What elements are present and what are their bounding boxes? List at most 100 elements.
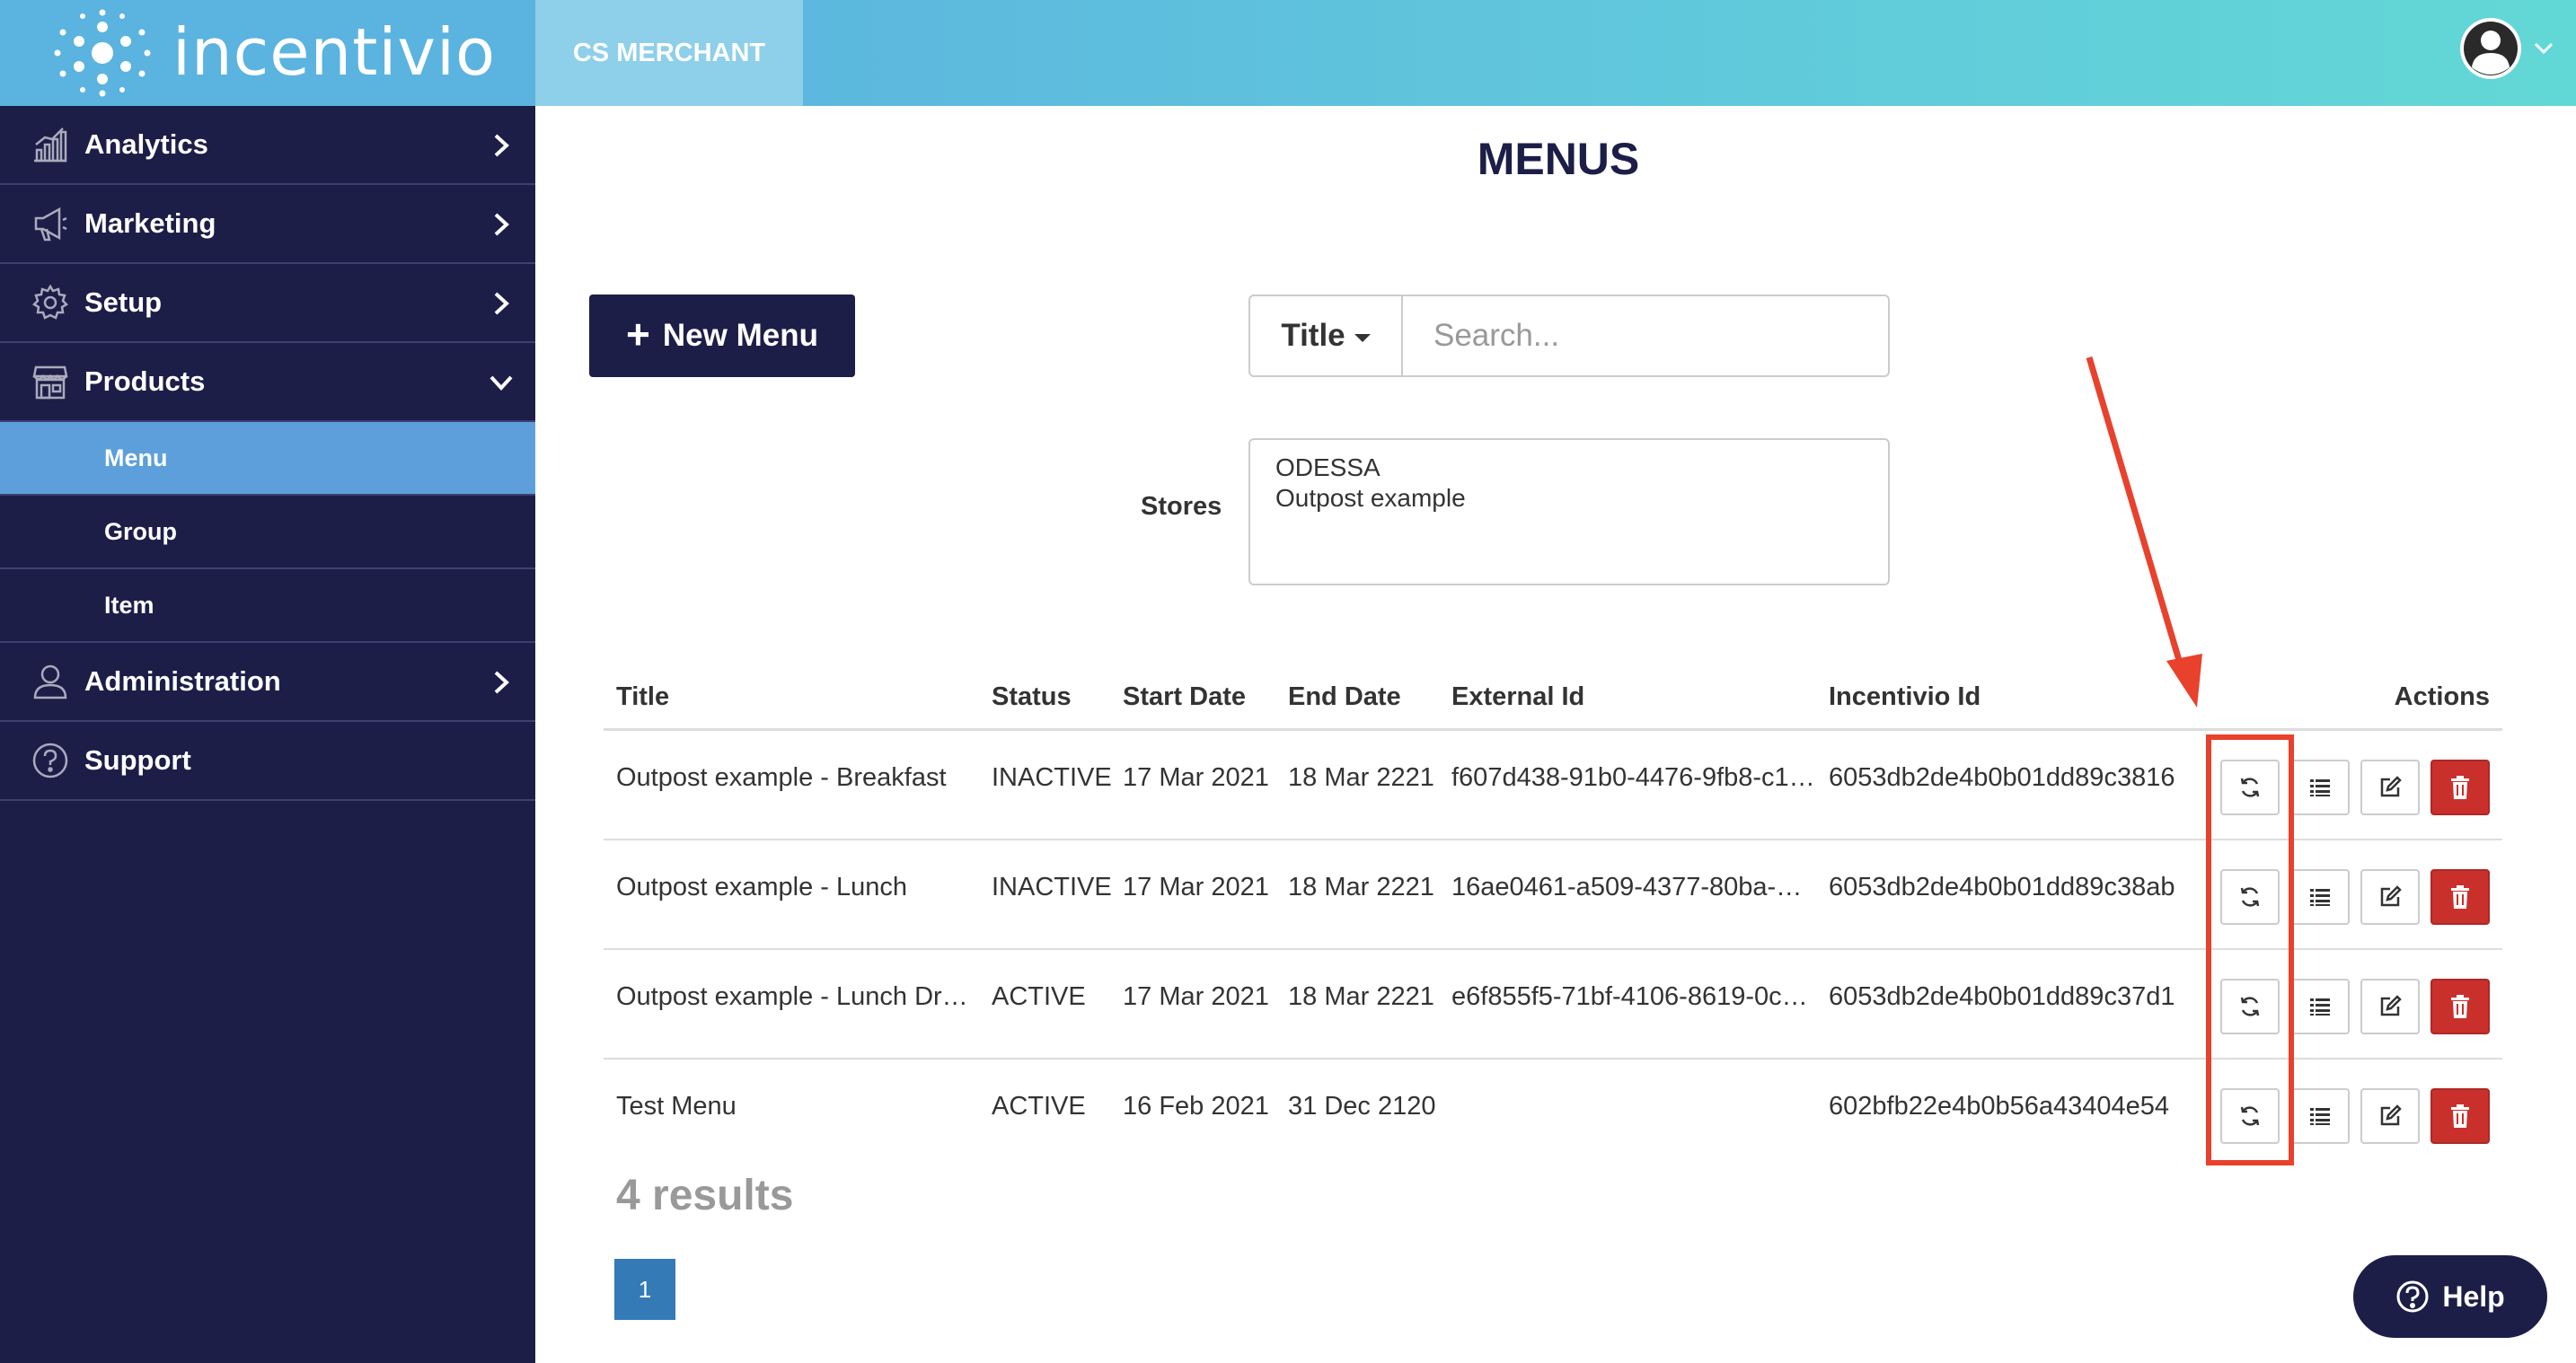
avatar-icon[interactable] xyxy=(2459,17,2522,80)
sidebar-item-label: Analytics xyxy=(84,128,208,160)
trash-icon xyxy=(2451,776,2469,799)
chevron-down-icon[interactable] xyxy=(2533,40,2554,57)
header-status[interactable]: Status xyxy=(992,682,1072,712)
sidebar-item-setup[interactable]: Setup xyxy=(0,264,535,343)
page-title: MENUS xyxy=(1477,134,1640,184)
help-button[interactable]: Help xyxy=(2353,1255,2547,1338)
new-menu-label: New Menu xyxy=(662,318,818,353)
header-title[interactable]: Title xyxy=(616,682,669,712)
stores-multiselect[interactable]: ODESSA Outpost example xyxy=(1248,438,1890,585)
header-actions: Actions xyxy=(2394,682,2490,711)
header-external-id[interactable]: External Id xyxy=(1451,682,1584,712)
list-button[interactable] xyxy=(2290,760,2350,815)
user-icon xyxy=(31,662,70,701)
edit-icon xyxy=(2380,1104,2402,1126)
sidebar-item-support[interactable]: Support xyxy=(0,722,535,801)
delete-button[interactable] xyxy=(2430,869,2490,925)
search-field-label: Title xyxy=(1281,318,1345,353)
help-label: Help xyxy=(2442,1279,2505,1313)
sidebar-item-label: Setup xyxy=(84,286,163,318)
trash-icon xyxy=(2451,1104,2469,1128)
new-menu-button[interactable]: + New Menu xyxy=(589,295,855,377)
search-field-dropdown[interactable]: Title xyxy=(1250,296,1403,375)
cell-title: Test Menu xyxy=(616,1092,737,1121)
list-icon xyxy=(2310,998,2330,1016)
top-bar: CS MERCHANT xyxy=(535,0,2576,106)
delete-button[interactable] xyxy=(2430,1088,2490,1144)
cell-start-date: 17 Mar 2021 xyxy=(1123,763,1269,792)
edit-button[interactable] xyxy=(2360,979,2420,1034)
header-start-date[interactable]: Start Date xyxy=(1123,682,1246,712)
list-icon xyxy=(2310,779,2330,796)
cell-end-date: 31 Dec 2120 xyxy=(1288,1092,1436,1121)
cell-end-date: 18 Mar 2221 xyxy=(1288,763,1434,792)
sidebar-item-label: Products xyxy=(84,365,206,397)
edit-button[interactable] xyxy=(2360,869,2420,925)
chevron-right-icon xyxy=(494,671,509,694)
analytics-icon xyxy=(31,125,70,164)
chevron-right-icon xyxy=(494,292,509,315)
cell-external-id: f607d438-91b0-4476-9fb8-c1… xyxy=(1451,763,1815,792)
edit-button[interactable] xyxy=(2360,1088,2420,1144)
cell-status: ACTIVE xyxy=(992,982,1086,1011)
cell-incentivio-id: 6053db2de4b0b01dd89c37d1 xyxy=(1829,982,2175,1011)
gear-icon xyxy=(31,283,70,322)
delete-button[interactable] xyxy=(2430,979,2490,1034)
sidebar-subitem-item[interactable]: Item xyxy=(0,569,535,643)
store-icon xyxy=(31,362,70,401)
table-header: Title Status Start Date End Date Externa… xyxy=(604,672,2502,731)
question-circle-icon xyxy=(31,741,70,780)
sidebar-subitem-group[interactable]: Group xyxy=(0,496,535,569)
list-button[interactable] xyxy=(2290,869,2350,925)
edit-button[interactable] xyxy=(2360,760,2420,815)
cell-status: INACTIVE xyxy=(992,763,1112,792)
sidebar-item-analytics[interactable]: Analytics xyxy=(0,106,535,185)
cell-status: INACTIVE xyxy=(992,873,1112,901)
store-option[interactable]: Outpost example xyxy=(1275,483,1863,514)
brand-logo[interactable]: incentivio xyxy=(0,0,535,106)
list-button[interactable] xyxy=(2290,1088,2350,1144)
question-circle-icon xyxy=(2396,1280,2429,1313)
chevron-right-icon xyxy=(494,213,509,236)
edit-icon xyxy=(2380,776,2402,797)
sidebar-item-products[interactable]: Products xyxy=(0,343,535,422)
logo-icon xyxy=(54,9,151,97)
cell-incentivio-id: 6053db2de4b0b01dd89c3816 xyxy=(1829,763,2175,792)
logo-text: incentivio xyxy=(172,14,497,90)
store-option[interactable]: ODESSA xyxy=(1275,453,1863,483)
caret-down-icon xyxy=(1354,333,1371,342)
cell-title: Outpost example - Breakfast xyxy=(616,763,947,792)
cell-end-date: 18 Mar 2221 xyxy=(1288,982,1434,1011)
cell-title: Outpost example - Lunch Dro… xyxy=(616,982,975,1011)
list-icon xyxy=(2310,889,2330,906)
sidebar-subitem-label: Group xyxy=(104,517,177,545)
results-count: 4 results xyxy=(616,1172,794,1219)
list-button[interactable] xyxy=(2290,979,2350,1034)
sidebar-item-label: Marketing xyxy=(84,207,216,239)
trash-icon xyxy=(2451,885,2469,909)
cell-incentivio-id: 6053db2de4b0b01dd89c38ab xyxy=(1829,873,2175,901)
annotation-highlight-box xyxy=(2206,734,2294,1165)
merchant-name[interactable]: CS MERCHANT xyxy=(535,0,803,106)
trash-icon xyxy=(2451,995,2469,1018)
sidebar-item-administration[interactable]: Administration xyxy=(0,643,535,722)
sidebar-item-label: Administration xyxy=(84,665,281,697)
cell-start-date: 17 Mar 2021 xyxy=(1123,982,1269,1011)
sidebar-subitem-menu[interactable]: Menu xyxy=(0,422,535,496)
page-button-1[interactable]: 1 xyxy=(614,1259,675,1320)
sidebar: incentivio Analytics Marketing Setup Pro… xyxy=(0,0,535,1363)
chevron-right-icon xyxy=(494,134,509,157)
cell-incentivio-id: 602bfb22e4b0b56a43404e54 xyxy=(1829,1092,2170,1121)
edit-icon xyxy=(2380,885,2402,907)
cell-external-id: e6f855f5-71bf-4106-8619-0c… xyxy=(1451,982,1808,1011)
list-icon xyxy=(2310,1108,2330,1125)
sidebar-subitem-label: Item xyxy=(104,591,154,619)
sidebar-item-label: Support xyxy=(84,744,191,776)
header-end-date[interactable]: End Date xyxy=(1288,682,1401,712)
search-input[interactable] xyxy=(1403,296,1888,375)
sidebar-item-marketing[interactable]: Marketing xyxy=(0,185,535,264)
stores-label: Stores xyxy=(1141,492,1222,521)
cell-external-id: 16ae0461-a509-4377-80ba-8… xyxy=(1451,873,1816,901)
delete-button[interactable] xyxy=(2430,760,2490,815)
header-incentivio-id[interactable]: Incentivio Id xyxy=(1829,682,1981,712)
